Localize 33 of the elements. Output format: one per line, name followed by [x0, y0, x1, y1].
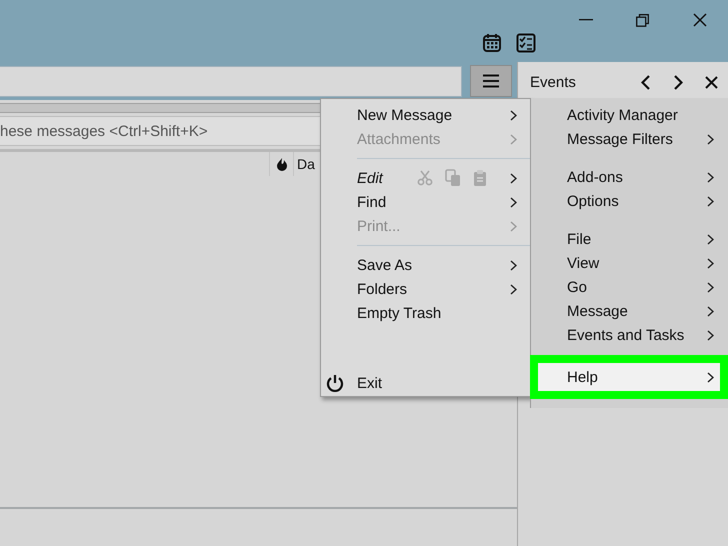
- menu-item[interactable]: View: [530, 251, 728, 275]
- close-icon: [705, 76, 718, 88]
- menu-item[interactable]: Empty Trash: [320, 301, 531, 325]
- copy-icon: [445, 169, 461, 187]
- chevron-left-icon: [641, 74, 650, 90]
- menu-item[interactable]: File: [530, 227, 728, 251]
- menu-item[interactable]: Message Filters: [530, 127, 728, 151]
- menu-button[interactable]: [470, 65, 512, 97]
- menu-item[interactable]: Exit: [320, 371, 531, 395]
- menu-item[interactable]: Edit: [320, 166, 531, 190]
- minimize-icon: [578, 19, 592, 21]
- menu-item[interactable]: Options: [530, 189, 728, 213]
- menu-item[interactable]: Events and Tasks: [530, 323, 728, 347]
- menu-item[interactable]: Activity Manager: [530, 103, 728, 127]
- menu-item[interactable]: Message: [530, 299, 728, 323]
- chevron-right-icon: [674, 74, 683, 90]
- menu-item[interactable]: Add-ons: [530, 165, 728, 189]
- menu-icon: [483, 74, 499, 88]
- restore-icon: [636, 14, 649, 26]
- menu-item[interactable]: Save As: [320, 253, 531, 277]
- task-list-icon[interactable]: [516, 33, 536, 53]
- flame-icon: [276, 157, 288, 171]
- sidebar-title: Events: [530, 74, 577, 90]
- power-icon: [326, 374, 344, 392]
- scissors-icon: [417, 170, 433, 186]
- menu-item[interactable]: Folders: [320, 277, 531, 301]
- menu-item[interactable]: Go: [530, 275, 728, 299]
- paste-icon: [473, 169, 487, 187]
- menu-item[interactable]: Find: [320, 190, 531, 214]
- close-icon: [692, 13, 706, 27]
- search-field[interactable]: [0, 66, 462, 96]
- menu-item[interactable]: Help: [530, 355, 728, 399]
- calendar-icon[interactable]: [482, 33, 502, 53]
